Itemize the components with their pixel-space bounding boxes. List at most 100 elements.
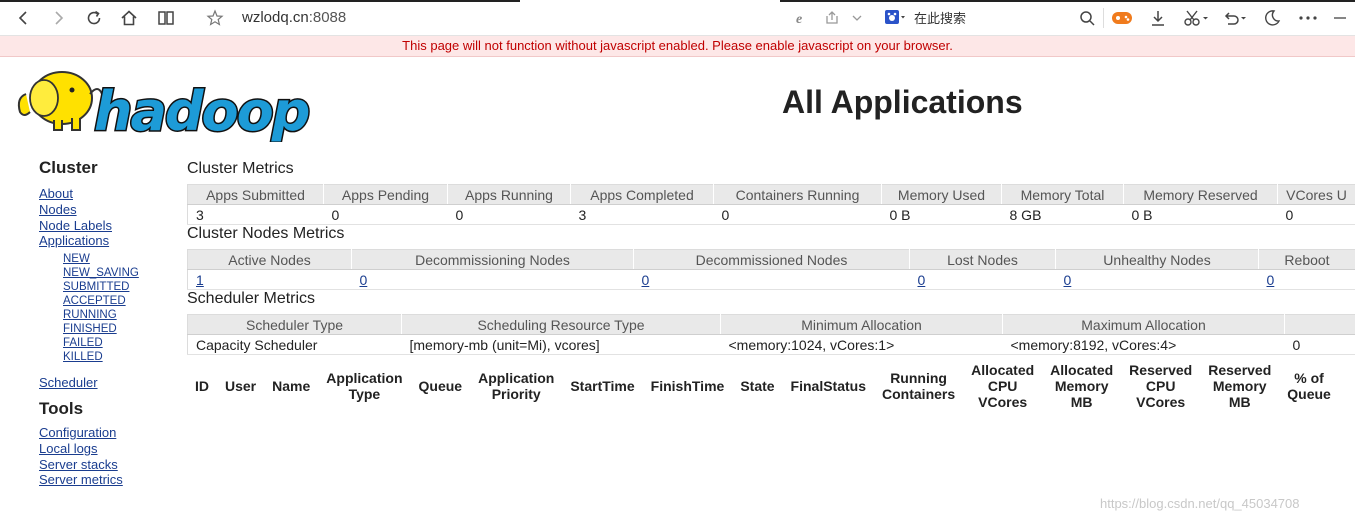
column-header-line: Memory xyxy=(1054,378,1109,394)
column-header: Decommissioning Nodes xyxy=(351,249,634,270)
nav-link-about[interactable]: About xyxy=(39,186,179,202)
column-header-line: User xyxy=(225,378,257,394)
applications-table: ID User Name Application Type Queue Applicatio… xyxy=(187,360,1339,412)
column-header[interactable]: % of Queue xyxy=(1279,360,1339,412)
watermark: https://blog.csdn.net/qq_45034708 xyxy=(1100,496,1300,511)
column-header-line: Application xyxy=(326,370,403,386)
nav-link-server-metrics[interactable]: Server metrics xyxy=(39,472,179,488)
column-header[interactable]: State xyxy=(732,360,782,412)
home-icon[interactable] xyxy=(118,6,140,30)
column-header-line: StartTime xyxy=(570,378,635,394)
nav-link-local-logs[interactable]: Local logs xyxy=(39,441,179,457)
active-nodes-link[interactable]: 1 xyxy=(196,272,204,288)
nav-link-state-accepted[interactable]: ACCEPTED xyxy=(63,294,179,308)
unhealthy-nodes-link[interactable]: 0 xyxy=(1064,272,1072,288)
column-header-line: VCores xyxy=(978,394,1028,410)
column-header-line: CPU xyxy=(1145,378,1176,394)
screenshot-scissors-icon[interactable] xyxy=(1181,6,1211,30)
column-header[interactable]: Running Containers xyxy=(874,360,963,412)
table-cell: 0 xyxy=(633,269,910,290)
search-icon[interactable] xyxy=(1077,6,1097,30)
nav-link-applications[interactable]: Applications xyxy=(39,233,179,249)
night-mode-icon[interactable] xyxy=(1261,6,1283,30)
table-header-row: ID User Name Application Type Queue Applicatio… xyxy=(187,360,1339,412)
nav-link-state-finished[interactable]: FINISHED xyxy=(63,322,179,336)
column-header[interactable]: Application Type xyxy=(318,360,410,412)
column-header-line: ID xyxy=(195,378,209,394)
ie-mode-icon[interactable]: e xyxy=(792,6,812,30)
search-input[interactable]: 在此搜索 xyxy=(914,8,966,27)
share-icon[interactable] xyxy=(822,6,842,30)
game-icon[interactable] xyxy=(1110,6,1134,30)
column-header-line: VCores xyxy=(1136,394,1186,410)
decommissioning-nodes-link[interactable]: 0 xyxy=(360,272,368,288)
hadoop-logo[interactable]: hadoop xyxy=(14,64,314,145)
column-header[interactable]: FinishTime xyxy=(643,360,733,412)
undo-icon[interactable] xyxy=(1220,6,1250,30)
logo-wordmark: hadoop xyxy=(94,80,309,142)
rebooted-nodes-link[interactable]: 0 xyxy=(1267,272,1275,288)
decommissioned-nodes-link[interactable]: 0 xyxy=(642,272,650,288)
nav-link-state-failed[interactable]: FAILED xyxy=(63,336,179,350)
nav-link-state-killed[interactable]: KILLED xyxy=(63,350,179,364)
nav-link-state-new[interactable]: NEW xyxy=(63,252,179,266)
table-cell: 0 xyxy=(1258,269,1355,290)
column-header: Scheduling Resource Type xyxy=(401,314,721,335)
column-header-line: Allocated xyxy=(971,362,1035,378)
search-engine-icon[interactable] xyxy=(884,9,906,27)
chevron-down-icon[interactable] xyxy=(849,6,865,30)
minimize-icon[interactable] xyxy=(1330,6,1350,30)
column-header: Maximum Allocation xyxy=(1002,314,1285,335)
refresh-icon[interactable] xyxy=(83,6,105,30)
forward-icon[interactable] xyxy=(48,6,70,30)
column-header[interactable]: Allocated CPU VCores xyxy=(963,360,1042,412)
cluster-metrics-title: Cluster Metrics xyxy=(187,160,294,177)
search-engine-box[interactable]: 在此搜索 xyxy=(884,8,966,27)
column-header: Containers Running xyxy=(713,184,882,205)
nav-link-node-labels[interactable]: Node Labels xyxy=(39,218,179,234)
back-icon[interactable] xyxy=(12,6,34,30)
column-header[interactable]: Allocated Memory MB xyxy=(1042,360,1121,412)
column-header[interactable]: ID xyxy=(187,360,217,412)
nav-link-scheduler[interactable]: Scheduler xyxy=(39,375,179,391)
column-header[interactable]: User xyxy=(217,360,264,412)
column-header[interactable]: Application Priority xyxy=(470,360,562,412)
column-header: Apps Completed xyxy=(570,184,714,205)
lost-nodes-link[interactable]: 0 xyxy=(918,272,926,288)
column-header: Scheduler Type xyxy=(187,314,402,335)
download-icon[interactable] xyxy=(1147,6,1169,30)
url-host: wzlodq.cn xyxy=(242,9,309,26)
column-header[interactable]: FinalStatus xyxy=(783,360,874,412)
column-header[interactable]: StartTime xyxy=(562,360,642,412)
column-header: VCores U xyxy=(1277,184,1355,205)
column-header-line: MB xyxy=(1228,394,1251,410)
table-cell: 3 xyxy=(187,204,324,225)
table-cell: 0 xyxy=(909,269,1056,290)
scheduler-metrics-table: Scheduler Type Scheduling Resource Type … xyxy=(187,314,1355,355)
column-header: Unhealthy Nodes xyxy=(1055,249,1259,270)
reader-icon[interactable] xyxy=(155,6,177,30)
column-header[interactable]: Queue xyxy=(411,360,471,412)
nav-link-state-submitted[interactable]: SUBMITTED xyxy=(63,280,179,294)
address-bar[interactable]: wzlodq.cn:8088 xyxy=(242,9,346,26)
column-header: Apps Running xyxy=(447,184,571,205)
svg-text:e: e xyxy=(796,12,802,26)
table-cell: 0 xyxy=(323,204,448,225)
nav-link-configuration[interactable]: Configuration xyxy=(39,425,179,441)
column-header[interactable]: Reserved CPU VCores xyxy=(1121,360,1200,412)
nav-link-nodes[interactable]: Nodes xyxy=(39,202,179,218)
nav-link-state-new-saving[interactable]: NEW_SAVING xyxy=(63,266,179,280)
column-header[interactable]: Name xyxy=(264,360,318,412)
column-header[interactable]: Reserved Memory MB xyxy=(1200,360,1279,412)
nav-link-state-running[interactable]: RUNNING xyxy=(63,308,179,322)
bookmark-star-icon[interactable] xyxy=(204,6,226,30)
column-header: Apps Pending xyxy=(323,184,448,205)
nav-link-server-stacks[interactable]: Server stacks xyxy=(39,457,179,473)
table-cell: 3 xyxy=(570,204,714,225)
more-menu-icon[interactable] xyxy=(1296,6,1320,30)
table-cell: 0 xyxy=(447,204,571,225)
column-header-line: % of xyxy=(1294,370,1324,386)
table-cell: 0 xyxy=(1277,204,1355,225)
table-header-row: Active Nodes Decommissioning Nodes Decom… xyxy=(187,249,1355,270)
column-header-line: Reserved xyxy=(1129,362,1193,378)
